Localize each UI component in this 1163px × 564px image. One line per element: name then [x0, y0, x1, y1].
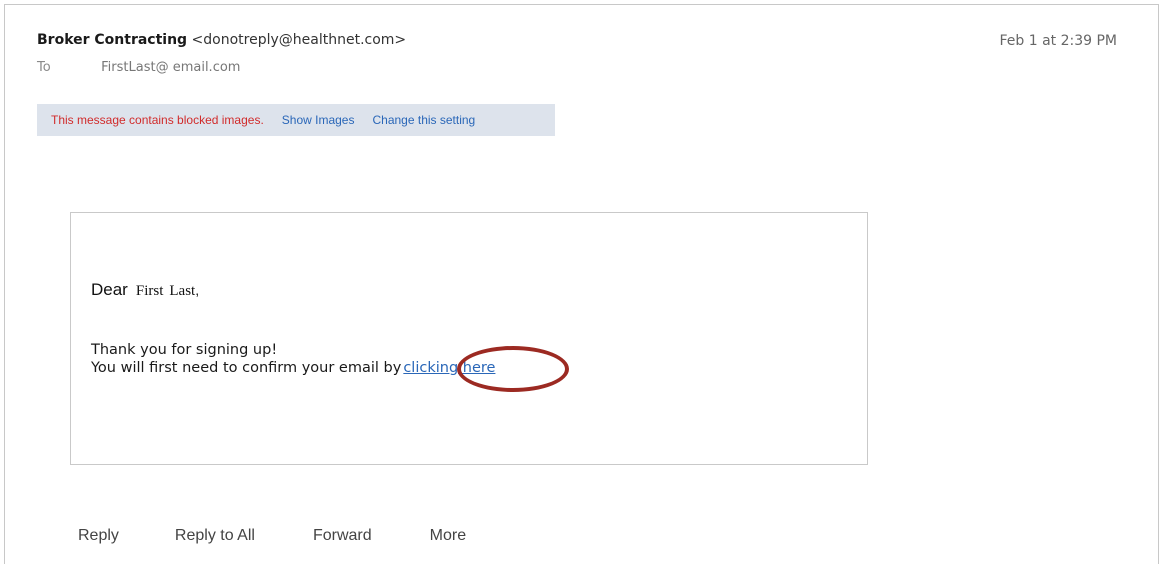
change-setting-link[interactable]: Change this setting [372, 113, 475, 127]
message-date: Feb 1 at 2:39 PM [999, 33, 1117, 49]
greeting-last-name: Last [169, 283, 196, 299]
greeting-first-name: First [135, 283, 164, 299]
show-images-link[interactable]: Show Images [282, 113, 355, 127]
to-label: To [37, 60, 51, 75]
greeting-comma: , [195, 282, 200, 298]
confirm-email-link[interactable]: clicking here [403, 360, 495, 376]
sender-address: <donotreply@healthnet.com> [191, 32, 407, 48]
message-line-2-text: You will first need to confirm your emai… [91, 360, 402, 376]
reply-button[interactable]: Reply [78, 527, 119, 545]
blocked-images-bar: This message contains blocked images. Sh… [37, 104, 555, 136]
message-line-1: Thank you for signing up! [91, 342, 278, 358]
message-text: Thank you for signing up! You will first… [91, 341, 495, 377]
sender: Broker Contracting <donotreply@healthnet… [37, 32, 406, 48]
blocked-images-warning: This message contains blocked images. [51, 113, 264, 127]
message-line-2: You will first need to confirm your emai… [91, 359, 495, 377]
message-actions: Reply Reply to All Forward More [78, 527, 466, 545]
greeting-dear: Dear [91, 280, 128, 299]
reply-all-button[interactable]: Reply to All [175, 527, 255, 545]
sender-name[interactable]: Broker Contracting [37, 32, 187, 48]
greeting: Dear First Last, [91, 280, 199, 300]
recipient-address[interactable]: FirstLast@ email.com [101, 60, 240, 75]
to-row: To FirstLast@ email.com [37, 60, 240, 75]
more-button[interactable]: More [430, 527, 466, 545]
message-body: Dear First Last, Thank you for signing up!… [70, 212, 868, 465]
forward-button[interactable]: Forward [313, 527, 372, 545]
